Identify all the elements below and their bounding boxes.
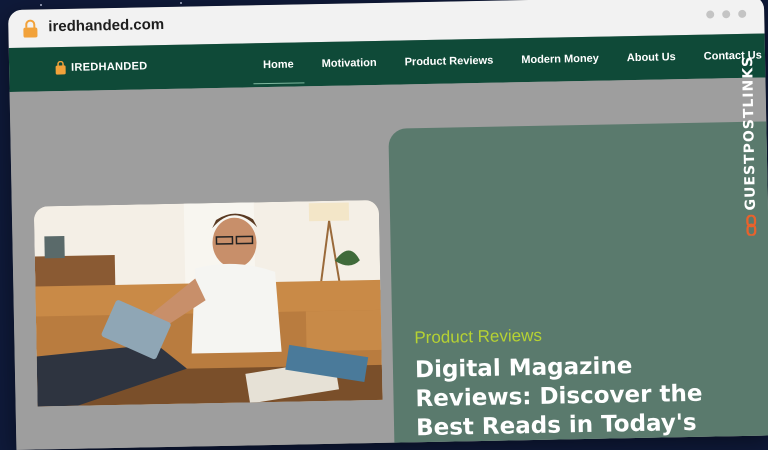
nav-home[interactable]: Home bbox=[263, 59, 294, 72]
address-bar-url[interactable]: iredhanded.com bbox=[48, 16, 164, 35]
browser-window: iredhanded.com IREDHANDED Home Motivatio… bbox=[8, 0, 768, 450]
guestpostlinks-watermark: GUESTPOSTLINKS bbox=[735, 56, 764, 236]
post-headline[interactable]: Digital Magazine Reviews: Discover the B… bbox=[415, 350, 757, 450]
nav-motivation[interactable]: Motivation bbox=[322, 57, 377, 70]
chain-link-icon bbox=[746, 214, 757, 236]
watermark-text: GUESTPOSTLINKS bbox=[740, 55, 759, 211]
hero-photo-illustration bbox=[33, 199, 383, 407]
nav-about-us[interactable]: About Us bbox=[627, 51, 676, 64]
nav-product-reviews[interactable]: Product Reviews bbox=[405, 55, 494, 69]
nav-modern-money[interactable]: Modern Money bbox=[521, 53, 599, 66]
featured-post-panel: Product Reviews Digital Magazine Reviews… bbox=[388, 121, 768, 450]
window-dot[interactable] bbox=[706, 10, 715, 19]
site-logo[interactable]: IREDHANDED bbox=[55, 59, 148, 75]
lock-icon bbox=[23, 19, 38, 38]
window-controls bbox=[706, 9, 747, 19]
window-dot[interactable] bbox=[738, 9, 747, 18]
window-dot[interactable] bbox=[722, 10, 731, 19]
hero-image[interactable] bbox=[33, 199, 383, 407]
shopping-bag-icon bbox=[55, 60, 66, 75]
brand-name: IREDHANDED bbox=[71, 60, 148, 74]
post-category[interactable]: Product Reviews bbox=[414, 326, 542, 348]
page-content: Product Reviews Digital Magazine Reviews… bbox=[9, 77, 768, 450]
